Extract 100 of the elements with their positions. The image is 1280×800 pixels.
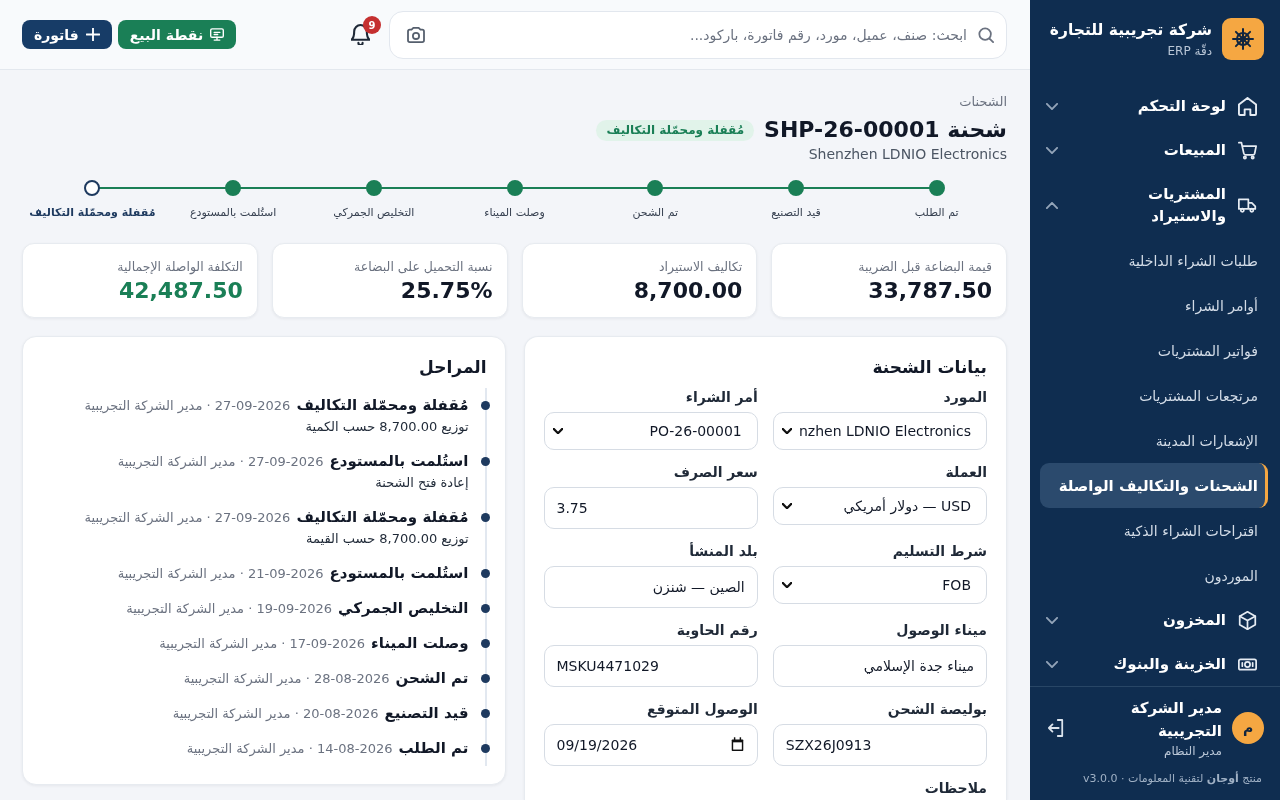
field-label: أمر الشراء (685, 387, 758, 407)
stage-meta: 20-08-2026 · مدير الشركة التجريبية (172, 705, 379, 724)
nav-subitem[interactable]: الشحنات والتكاليف الواصلة (1040, 463, 1268, 508)
nav-subitem[interactable]: الإشعارات المدينة (1040, 418, 1268, 463)
user-role: مدير النظام (1162, 743, 1222, 759)
date-field[interactable]: 09/19/2026 (543, 724, 758, 766)
timeline-dot (481, 744, 490, 753)
cart-icon (1238, 140, 1257, 160)
breadcrumb-link[interactable]: الشحنات (959, 93, 1007, 111)
timeline-dot (481, 604, 490, 613)
stage-meta: 27-09-2026 · مدير الشركة التجريبية (84, 509, 291, 528)
stage-meta: 28-08-2026 · مدير الشركة التجريبية (183, 670, 390, 689)
field-label: المورد (943, 388, 987, 407)
nav-item[interactable]: المخزون (1030, 598, 1280, 642)
field-label: العملة (945, 463, 987, 482)
stage-meta: 14-08-2026 · مدير الشركة التجريبية (186, 740, 393, 759)
panel-title: بيانات الشحنة (872, 356, 987, 379)
home-icon (1238, 96, 1257, 116)
plus-icon (85, 28, 100, 41)
logout-button[interactable] (1046, 717, 1066, 739)
stage-title: قيد التصنيع (384, 703, 469, 724)
field-label: رقم الحاوية (676, 621, 758, 640)
stage-title: استُلمت بالمستودع (329, 451, 469, 472)
field-label: شرط التسليم (892, 542, 987, 561)
chevron-down-icon (552, 428, 563, 434)
select-field[interactable]: USD — دولار أمريكي (772, 487, 987, 525)
stat-value: 8,700.00 (633, 277, 743, 305)
search-field[interactable]: ابحث: صنف، عميل، مورد، رقم فاتورة، باركود... (389, 10, 1007, 59)
nav-subitem[interactable]: مرتجعات المشتريات (1040, 373, 1268, 418)
bell-icon (351, 24, 370, 45)
step-label: استُلمت بالمستودع (189, 206, 277, 220)
field-label: الوصول المتوقع (646, 700, 758, 719)
stage-note: إعادة فتح الشحنة (375, 474, 469, 492)
step-label: وصلت الميناء (484, 206, 545, 220)
text-field[interactable]: ميناء جدة الإسلامي (772, 645, 987, 687)
nav-item[interactable]: الخزينة والبنوك (1030, 642, 1280, 686)
nav-subitem[interactable]: اقتراحات الشراء الذكية (1040, 508, 1268, 553)
text-field[interactable]: 3.75 (543, 487, 758, 529)
nav-item[interactable]: لوحة التحكم (1030, 84, 1280, 128)
timeline-dot (481, 569, 490, 578)
timeline-dot (481, 639, 490, 648)
step-label: التخليص الجمركي (333, 206, 415, 220)
timeline-dot (481, 709, 490, 718)
company-name: شركة تجريبية للتجارة (1049, 20, 1212, 40)
field-label: بوليصة الشحن (887, 700, 987, 719)
stage-title: تم الشحن (395, 668, 469, 689)
field-label: ميناء الوصول (896, 621, 987, 640)
select-field[interactable]: PO-26-00001 (543, 412, 758, 450)
logout-icon (1048, 719, 1064, 737)
notification-count: 9 (363, 16, 381, 34)
select-field[interactable]: FOB (772, 566, 987, 604)
stage-meta: 27-09-2026 · مدير الشركة التجريبية (117, 453, 324, 472)
camera-icon[interactable] (407, 26, 425, 43)
step-label: مُقفلة ومحمّلة التكاليف (29, 206, 156, 220)
select-field[interactable]: nzhen LDNIO Electronics (772, 412, 987, 450)
nav-subitem[interactable]: طلبات الشراء الداخلية (1040, 238, 1268, 283)
status-badge: مُقفلة ومحمّلة التكاليف (596, 119, 755, 141)
stage-title: مُقفلة ومحمّلة التكاليف (296, 395, 469, 416)
field-label: ملاحظات (924, 779, 987, 798)
page-title: شحنة SHP-26-00001 (764, 116, 1007, 144)
text-field[interactable]: SZX26J0913 (772, 724, 987, 766)
step-label: تم الشحن (632, 206, 678, 220)
stage-title: وصلت الميناء (371, 633, 469, 654)
stat-label: قيمة البضاعة قبل الضريبة (858, 259, 992, 275)
new-invoice-button[interactable]: فاتورة (22, 20, 112, 49)
stat-label: نسبة التحميل على البضاعة (354, 259, 493, 275)
stat-label: التكلفة الواصلة الإجمالية (117, 259, 243, 275)
chevron-down-icon (781, 503, 792, 509)
nav-item[interactable]: المبيعات (1030, 128, 1280, 172)
stage-meta: 17-09-2026 · مدير الشركة التجريبية (159, 635, 366, 654)
timeline-dot (481, 457, 490, 466)
stat-value: 25.75% (400, 277, 493, 305)
calendar-icon[interactable] (730, 737, 744, 752)
stage-note: توزيع 8,700.00 حسب القيمة (306, 530, 469, 549)
step-label: قيد التصنيع (771, 206, 821, 220)
stat-value: 33,787.50 (868, 277, 992, 305)
supplier-name: Shenzhen LDNIO Electronics (808, 145, 1007, 163)
stage-title: تم الطلب (398, 738, 469, 759)
chevron-down-icon (781, 428, 792, 434)
stat-label: تكاليف الاستيراد (659, 259, 743, 275)
field-label: سعر الصرف (673, 463, 758, 482)
field-label: بلد المنشأ (689, 541, 758, 561)
panel-title: المراحل (419, 356, 487, 379)
chevron-down-icon (781, 582, 792, 588)
timeline-dot (481, 674, 490, 683)
step-label: تم الطلب (914, 206, 959, 220)
stage-note: توزيع 8,700.00 حسب الكمية (305, 418, 469, 437)
nav-subitem[interactable]: فواتير المشتريات (1040, 328, 1268, 373)
cube-icon (1238, 610, 1257, 630)
nav-subitem[interactable]: الموردون (1040, 553, 1268, 598)
nav-subitem[interactable]: أوامر الشراء (1040, 283, 1268, 328)
text-field[interactable]: الصين — شنزن (543, 566, 758, 608)
pos-button[interactable]: نقطة البيع (117, 20, 237, 49)
search-icon (978, 26, 994, 43)
nav-item[interactable]: المشتريات والاستيراد (1030, 172, 1280, 238)
ship-wheel-icon (1222, 18, 1264, 60)
text-field[interactable]: MSKU4471029 (543, 645, 758, 687)
product-tagline: دقّة ERP (1167, 44, 1212, 59)
stage-meta: 27-09-2026 · مدير الشركة التجريبية (84, 397, 291, 416)
stage-meta: 21-09-2026 · مدير الشركة التجريبية (117, 565, 324, 584)
